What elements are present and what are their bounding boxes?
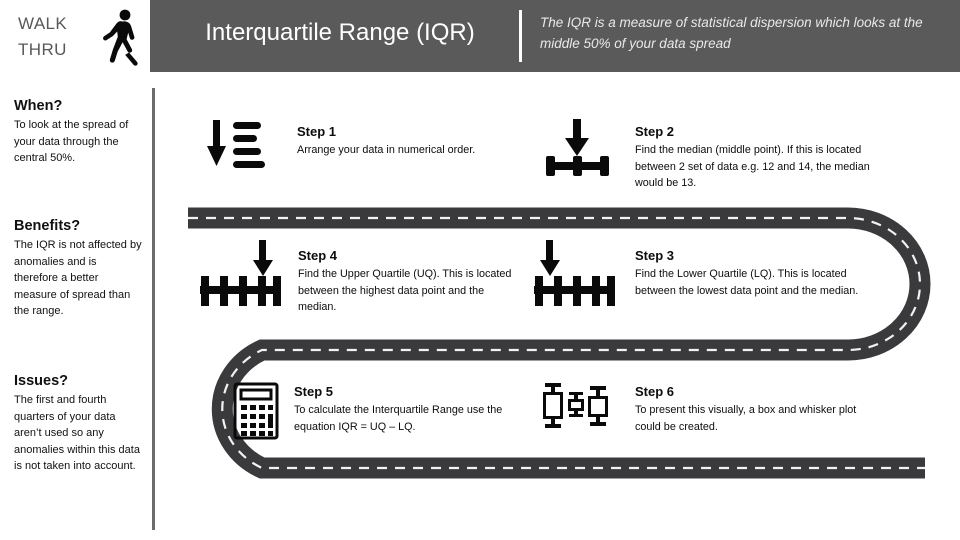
- step-6-text: Step 6 To present this visually, a box a…: [635, 384, 885, 435]
- step-6-title: Step 6: [635, 384, 675, 399]
- walk-thru-line-1: WALK: [18, 14, 68, 33]
- sidebar-body-benefits: The IQR is not affected by anomalies and…: [14, 239, 142, 317]
- sidebar-section-issues: Issues? The first and fourth quarters of…: [14, 373, 142, 475]
- step-2-title: Step 2: [635, 124, 675, 139]
- box-and-whisker-plot-icon: [543, 383, 608, 428]
- step-4-description: Find the Upper Quartile (UQ). This is lo…: [298, 268, 512, 313]
- calculator-icon: [233, 382, 279, 440]
- walking-person-icon: [103, 9, 138, 66]
- arrow-to-upper-quartile-axis-icon: [200, 240, 281, 306]
- step-3-title: Step 3: [635, 248, 675, 263]
- step-4-text: Step 4 Find the Upper Quartile (UQ). Thi…: [298, 248, 523, 316]
- step-3-description: Find the Lower Quartile (LQ). This is lo…: [635, 268, 859, 297]
- slide-subtitle: The IQR is a measure of statistical disp…: [540, 15, 923, 51]
- arrow-to-median-axis-icon: [546, 119, 609, 176]
- step-1-title: Step 1: [297, 124, 337, 139]
- sidebar-heading-when: When?: [14, 98, 63, 114]
- step-2-description: Find the median (middle point). If this …: [635, 144, 870, 189]
- step-5-title: Step 5: [294, 384, 334, 399]
- sort-descending-arrow-icon: [207, 120, 265, 168]
- sidebar-divider: [152, 88, 155, 530]
- step-3-text: Step 3 Find the Lower Quartile (LQ). Thi…: [635, 248, 885, 299]
- sidebar-body-when: To look at the spread of your data throu…: [14, 119, 129, 164]
- step-6-description: To present this visually, a box and whis…: [635, 404, 857, 433]
- step-1-description: Arrange your data in numerical order.: [297, 144, 476, 156]
- sidebar-heading-issues: Issues?: [14, 373, 68, 389]
- arrow-to-lower-quartile-axis-icon: [534, 240, 615, 306]
- slide-canvas: WALK THRU Interquartile Range (IQR) The …: [0, 0, 960, 540]
- step-2-text: Step 2 Find the median (middle point). I…: [635, 124, 895, 192]
- header-separator: [519, 10, 522, 62]
- walk-thru-logo: WALK THRU: [18, 8, 146, 68]
- sidebar-heading-benefits: Benefits?: [14, 218, 81, 234]
- sidebar-section-when: When? To look at the spread of your data…: [14, 98, 142, 167]
- step-4-title: Step 4: [298, 248, 338, 263]
- walk-thru-line-2: THRU: [18, 40, 67, 59]
- slide-title: Interquartile Range (IQR): [205, 19, 475, 46]
- step-5-text: Step 5 To calculate the Interquartile Ra…: [294, 384, 534, 435]
- step-1-text: Step 1 Arrange your data in numerical or…: [297, 124, 527, 159]
- sidebar-body-issues: The first and fourth quarters of your da…: [14, 394, 140, 472]
- sidebar-section-benefits: Benefits? The IQR is not affected by ano…: [14, 218, 142, 320]
- step-5-description: To calculate the Interquartile Range use…: [294, 404, 503, 433]
